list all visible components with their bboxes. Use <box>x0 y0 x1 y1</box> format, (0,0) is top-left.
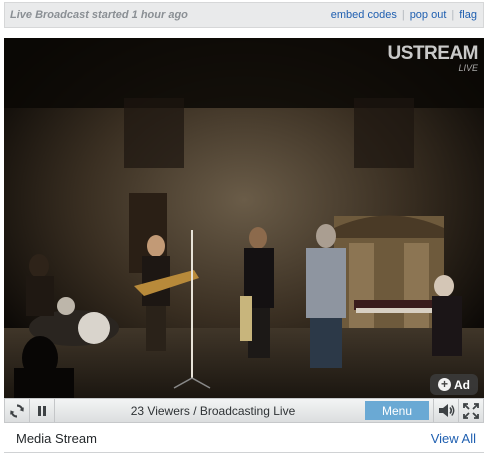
live-video-frame <box>4 38 484 398</box>
player-links: embed codes | pop out | flag <box>331 9 477 21</box>
broadcast-status: Live Broadcast started 1 hour ago <box>10 9 188 21</box>
pop-out-link[interactable]: pop out <box>410 9 447 21</box>
ad-label: Ad <box>454 377 470 392</box>
refresh-icon[interactable] <box>5 399 29 422</box>
link-separator: | <box>401 9 405 21</box>
video-player[interactable]: USTREAM LIVE + Ad <box>4 38 484 398</box>
flag-link[interactable]: flag <box>459 9 477 21</box>
player-controls: 23 Viewers / Broadcasting Live Menu <box>4 398 484 423</box>
stream-status-bar: Live Broadcast started 1 hour ago embed … <box>4 2 484 28</box>
embed-codes-link[interactable]: embed codes <box>331 9 397 21</box>
section-title: Media Stream <box>16 431 97 446</box>
menu-button[interactable]: Menu <box>365 401 429 420</box>
viewer-count: 23 Viewers / Broadcasting Live <box>130 403 296 418</box>
ustream-watermark: USTREAM LIVE <box>387 43 479 73</box>
plus-circle-icon: + <box>438 378 451 391</box>
pause-icon[interactable] <box>30 399 54 422</box>
watermark-brand: USTREAM <box>387 43 479 64</box>
ad-button[interactable]: + Ad <box>430 374 478 395</box>
link-separator: | <box>451 9 455 21</box>
speaker-icon[interactable] <box>434 399 458 422</box>
media-stream-header: Media Stream View All <box>4 425 484 453</box>
fullscreen-icon[interactable] <box>459 399 483 422</box>
watermark-live-tag: LIVE <box>458 63 478 73</box>
view-all-link[interactable]: View All <box>431 431 476 446</box>
